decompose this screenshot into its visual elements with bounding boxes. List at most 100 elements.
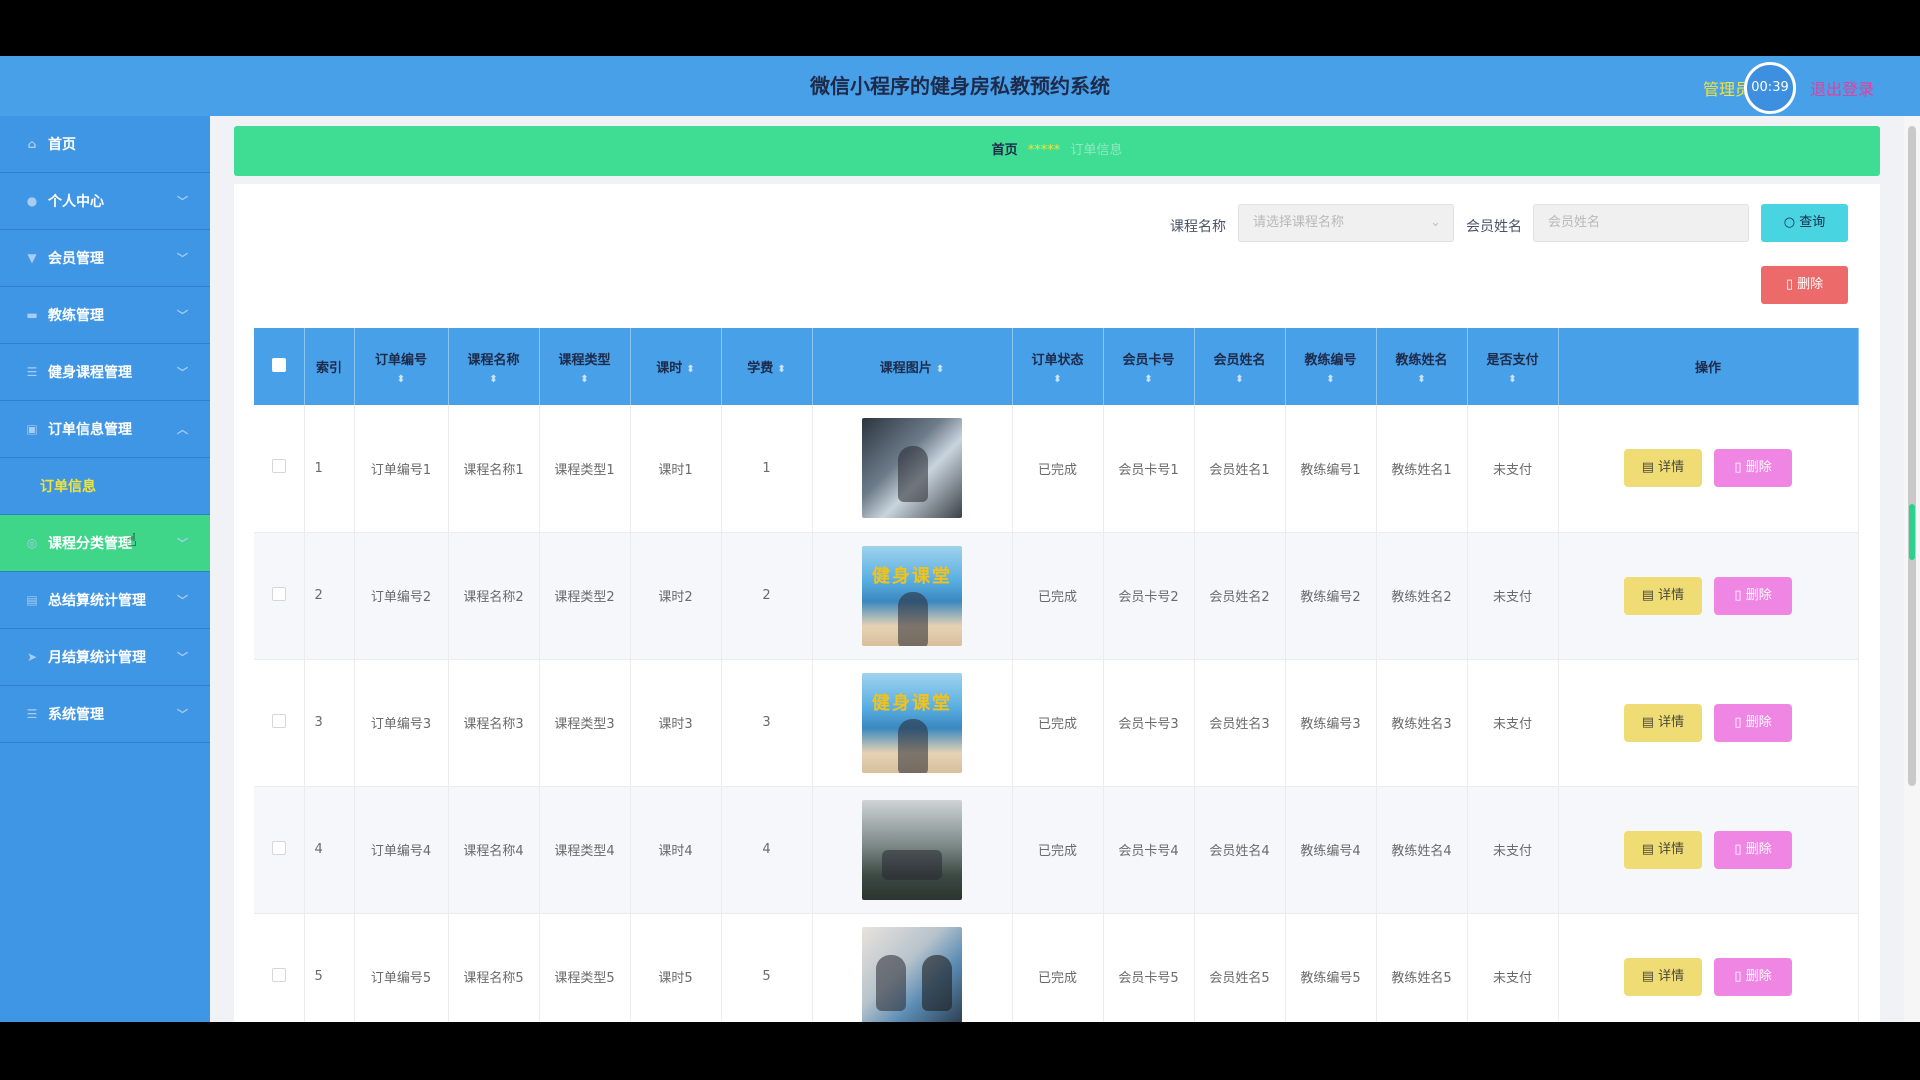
sidebar-item-orders[interactable]: ▣ 订单信息管理 ︿ [0,401,210,458]
course-image[interactable]: 健身课堂 [862,545,962,646]
home-icon: ⌂ [27,137,37,151]
cell-card-no: 会员卡号1 [1103,405,1195,533]
sort-icon[interactable]: ⬍ [686,364,694,375]
document-icon: ▤ [1641,841,1654,857]
sidebar-item-home[interactable]: ⌂ 首页 [0,116,210,173]
detail-button[interactable]: ▤ 详情 [1623,449,1702,488]
sidebar-item-members[interactable]: ▼ 会员管理 ﹀ [0,230,210,287]
course-image[interactable] [862,926,962,1022]
search-icon: ○ [1783,215,1796,230]
col-hours[interactable]: 课时 ⬍ [630,328,722,405]
detail-button[interactable]: ▤ 详情 [1623,703,1702,742]
col-fee[interactable]: 学费 ⬍ [721,328,813,405]
scrollbar-thumb[interactable] [1908,126,1916,786]
sort-icon[interactable]: ⬍ [1199,374,1281,385]
sidebar-item-label: 系统管理 [48,707,104,723]
row-checkbox[interactable] [254,659,305,787]
col-course-type[interactable]: 课程类型 ⬍ [539,328,631,405]
category-icon: ◎ [26,536,38,550]
sidebar-item-profile[interactable]: ● 个人中心 ﹀ [0,173,210,230]
detail-button[interactable]: ▤ 详情 [1623,830,1702,869]
cell-fee: 3 [721,659,813,787]
detail-button[interactable]: ▤ 详情 [1623,576,1702,615]
sidebar-item-monthly-settlement[interactable]: ➤ 月结算统计管理 ﹀ [0,629,210,686]
select-all-checkbox[interactable] [254,328,305,405]
cell-coach-name: 教练姓名4 [1376,786,1468,914]
cell-index: 1 [304,405,355,533]
cell-course-type: 课程类型1 [539,405,631,533]
timer-badge: 00:39 [1744,62,1796,114]
course-image[interactable]: 健身课堂 [862,672,962,773]
sidebar-item-total-settlement[interactable]: ▤ 总结算统计管理 ﹀ [0,572,210,629]
member-name-input[interactable]: 会员姓名 [1533,204,1749,242]
cell-actions: ▤ 详情 ▯ 删除 [1558,532,1859,660]
cell-course-type: 课程类型3 [539,659,631,787]
delete-button[interactable]: ▯ 删除 [1714,576,1793,615]
delete-button[interactable]: ▯ 删除 [1714,957,1793,996]
cell-member-name: 会员姓名1 [1194,405,1286,533]
table-row: 1 订单编号1 课程名称1 课程类型1 课时1 1 已完成 会员卡号1 会员姓名… [254,405,1859,533]
sort-icon[interactable]: ⬍ [453,374,535,385]
cell-actions: ▤ 详情 ▯ 删除 [1558,659,1859,787]
col-course-name[interactable]: 课程名称 ⬍ [448,328,540,405]
sidebar-subitem-order-info[interactable]: 订单信息 [0,458,210,515]
course-image[interactable] [862,799,962,900]
cell-paid: 未支付 [1467,913,1559,1022]
sort-icon[interactable]: ⬍ [1108,374,1190,385]
cell-image [812,405,1013,533]
list-icon: ☰ [26,365,38,379]
col-index: 索引 [304,328,355,405]
sidebar-item-coaches[interactable]: ▬ 教练管理 ﹀ [0,287,210,344]
scroll-indicator [1909,504,1915,560]
table-row: 2 订单编号2 课程名称2 课程类型2 课时2 2 健身课堂 已完成 会员卡号2… [254,532,1859,660]
col-status[interactable]: 订单状态 ⬍ [1012,328,1104,405]
col-paid[interactable]: 是否支付 ⬍ [1467,328,1559,405]
col-card-no[interactable]: 会员卡号 ⬍ [1103,328,1195,405]
cell-card-no: 会员卡号4 [1103,786,1195,914]
sort-icon[interactable]: ⬍ [544,374,626,385]
logout-button[interactable]: 退出登录 [1810,76,1874,100]
sort-icon[interactable]: ⬍ [1381,374,1463,385]
sort-icon[interactable]: ⬍ [936,364,944,375]
sort-icon[interactable]: ⬍ [1472,374,1554,385]
delete-button[interactable]: ▯ 删除 [1714,830,1793,869]
col-coach-no[interactable]: 教练编号 ⬍ [1285,328,1377,405]
chevron-down-icon: ﹀ [177,195,188,208]
row-checkbox[interactable] [254,913,305,1022]
sidebar-item-system[interactable]: ☰ 系统管理 ﹀ [0,686,210,743]
cell-coach-no: 教练编号4 [1285,786,1377,914]
row-checkbox[interactable] [254,532,305,660]
cell-hours: 课时2 [630,532,722,660]
sort-icon[interactable]: ⬍ [777,364,785,375]
cell-course-name: 课程名称1 [448,405,540,533]
document-icon: ▤ [1641,460,1654,476]
row-checkbox[interactable] [254,786,305,914]
batch-delete-button[interactable]: ▯ 删除 [1761,266,1848,304]
course-image[interactable] [862,418,962,519]
course-name-select[interactable]: 请选择课程名称 ⌄ [1238,204,1454,242]
cell-fee: 1 [721,405,813,533]
trash-icon: ▯ [1734,714,1742,730]
cell-index: 4 [304,786,355,914]
cell-card-no: 会员卡号3 [1103,659,1195,787]
query-button[interactable]: ○ 查询 [1761,204,1848,242]
sort-icon[interactable]: ⬍ [1290,374,1372,385]
cell-paid: 未支付 [1467,405,1559,533]
sidebar-item-categories[interactable]: ◎ 课程分类管理 ﹀ [0,515,210,572]
delete-button[interactable]: ▯ 删除 [1714,703,1793,742]
breadcrumb-home[interactable]: 首页 [992,143,1018,158]
col-order-no[interactable]: 订单编号 ⬍ [354,328,449,405]
cell-paid: 未支付 [1467,786,1559,914]
sidebar-item-courses[interactable]: ☰ 健身课程管理 ﹀ [0,344,210,401]
detail-button[interactable]: ▤ 详情 [1623,957,1702,996]
col-member-name[interactable]: 会员姓名 ⬍ [1194,328,1286,405]
sort-icon[interactable]: ⬍ [359,374,444,385]
cell-image [812,786,1013,914]
vertical-scrollbar[interactable] [1904,116,1920,1022]
col-image[interactable]: 课程图片 ⬍ [812,328,1013,405]
delete-button[interactable]: ▯ 删除 [1714,449,1793,488]
sort-icon[interactable]: ⬍ [1017,374,1099,385]
col-coach-name[interactable]: 教练姓名 ⬍ [1376,328,1468,405]
cell-status: 已完成 [1012,532,1104,660]
row-checkbox[interactable] [254,405,305,533]
